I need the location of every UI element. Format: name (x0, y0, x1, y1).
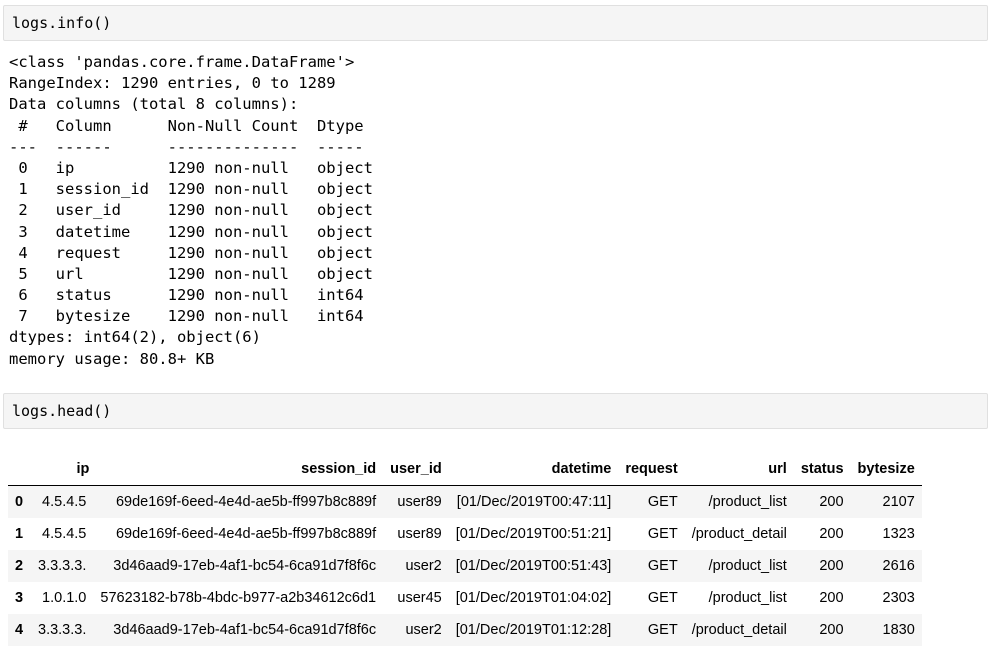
cell-url: /product_list (708, 589, 787, 606)
column-header: ip (34, 453, 94, 486)
output-line: 2 user_id 1290 non-null object (9, 201, 373, 220)
info-output: <class 'pandas.core.frame.DataFrame'> Ran… (9, 52, 373, 370)
cell-session-id: 69de169f-6eed-4e4d-ae5b-ff997b8c889f (115, 493, 377, 510)
output-line: 6 status 1290 non-null int64 (9, 286, 373, 305)
table-row: 2 3.3.3.3. 3d46aad9-17eb-4af1-bc54-6ca91… (8, 549, 922, 582)
dataframe-table: ip session_id user_id datetime request u… (8, 453, 922, 646)
cell-user-id: user2 (405, 621, 442, 638)
row-index: 2 (15, 557, 24, 574)
cell-request: GET (647, 621, 678, 638)
column-header: datetime (448, 453, 619, 486)
cell-ip: 1.0.1.0 (42, 589, 87, 606)
output-line: 3 datetime 1290 non-null object (9, 222, 373, 241)
row-index: 0 (15, 493, 24, 510)
row-index: 1 (15, 525, 24, 542)
table-row: 0 4.5.4.5 69de169f-6eed-4e4d-ae5b-ff997b… (8, 485, 922, 518)
cell-status: 200 (819, 589, 844, 606)
cell-status: 200 (819, 525, 844, 542)
row-index: 3 (15, 589, 24, 606)
cell-status: 200 (819, 557, 844, 574)
cell-ip: 4.5.4.5 (42, 493, 87, 510)
cell-url: /product_detail (691, 525, 787, 542)
cell-request: GET (647, 557, 678, 574)
index-header (8, 453, 34, 486)
output-line: memory usage: 80.8+ KB (9, 349, 215, 368)
cell-session-id: 57623182-b78b-4bdc-b977-a2b34612c6d1 (100, 589, 377, 606)
cell-datetime: [01/Dec/2019T01:12:28] (455, 621, 612, 638)
cell-url: /product_list (708, 493, 787, 510)
output-line: 7 bytesize 1290 non-null int64 (9, 307, 373, 326)
cell-bytesize: 2303 (882, 589, 915, 606)
output-line: # Column Non-Null Count Dtype (9, 116, 373, 135)
cell-datetime: [01/Dec/2019T01:04:02] (455, 589, 612, 606)
cell-ip: 3.3.3.3. (38, 557, 87, 574)
cell-bytesize: 1830 (882, 621, 915, 638)
cell-session-id: 69de169f-6eed-4e4d-ae5b-ff997b8c889f (115, 525, 377, 542)
output-line: 5 url 1290 non-null object (9, 264, 373, 283)
output-line: Data columns (total 8 columns): (9, 95, 299, 114)
column-header: bytesize (850, 453, 922, 486)
cell-status: 200 (819, 493, 844, 510)
cell-session-id: 3d46aad9-17eb-4af1-bc54-6ca91d7f8f6c (113, 621, 377, 638)
output-line: 4 request 1290 non-null object (9, 243, 373, 262)
cell-request: GET (647, 493, 678, 510)
column-header: request (618, 453, 685, 486)
code-cell-input-1[interactable]: logs.info() (3, 5, 988, 41)
table-row: 3 1.0.1.0 57623182-b78b-4bdc-b977-a2b346… (8, 581, 922, 614)
cell-bytesize: 2616 (882, 557, 915, 574)
cell-status: 200 (819, 621, 844, 638)
code-text: logs.head() (12, 402, 112, 420)
output-line: RangeIndex: 1290 entries, 0 to 1289 (9, 74, 336, 93)
cell-bytesize: 2107 (882, 493, 915, 510)
cell-datetime: [01/Dec/2019T00:51:43] (455, 557, 612, 574)
table-row: 1 4.5.4.5 69de169f-6eed-4e4d-ae5b-ff997b… (8, 517, 922, 550)
output-line: <class 'pandas.core.frame.DataFrame'> (9, 53, 355, 71)
cell-user-id: user89 (397, 525, 442, 542)
column-header: user_id (383, 453, 449, 486)
cell-session-id: 3d46aad9-17eb-4af1-bc54-6ca91d7f8f6c (113, 557, 377, 574)
cell-bytesize: 1323 (882, 525, 915, 542)
cell-datetime: [01/Dec/2019T00:47:11] (456, 493, 612, 510)
cell-datetime: [01/Dec/2019T00:51:21] (455, 525, 612, 542)
column-header: url (684, 453, 794, 486)
output-line: 1 session_id 1290 non-null object (9, 180, 373, 199)
cell-url: /product_detail (691, 621, 787, 638)
cell-request: GET (647, 525, 678, 542)
column-header: session_id (93, 453, 384, 486)
output-line: --- ------ -------------- ----- (9, 137, 373, 156)
cell-request: GET (647, 589, 678, 606)
table-row: 4 3.3.3.3. 3d46aad9-17eb-4af1-bc54-6ca91… (8, 613, 922, 646)
column-header: status (793, 453, 851, 486)
cell-ip: 3.3.3.3. (38, 621, 87, 638)
cell-user-id: user89 (397, 493, 442, 510)
cell-user-id: user2 (405, 557, 442, 574)
code-cell-input-2[interactable]: logs.head() (3, 393, 988, 429)
cell-user-id: user45 (397, 589, 442, 606)
cell-url: /product_list (708, 557, 787, 574)
output-line: 0 ip 1290 non-null object (9, 158, 373, 177)
output-line: dtypes: int64(2), object(6) (9, 328, 261, 347)
cell-ip: 4.5.4.5 (42, 525, 87, 542)
code-text: logs.info() (12, 14, 112, 32)
row-index: 4 (15, 621, 24, 638)
table-header-row: ip session_id user_id datetime request u… (8, 453, 922, 486)
